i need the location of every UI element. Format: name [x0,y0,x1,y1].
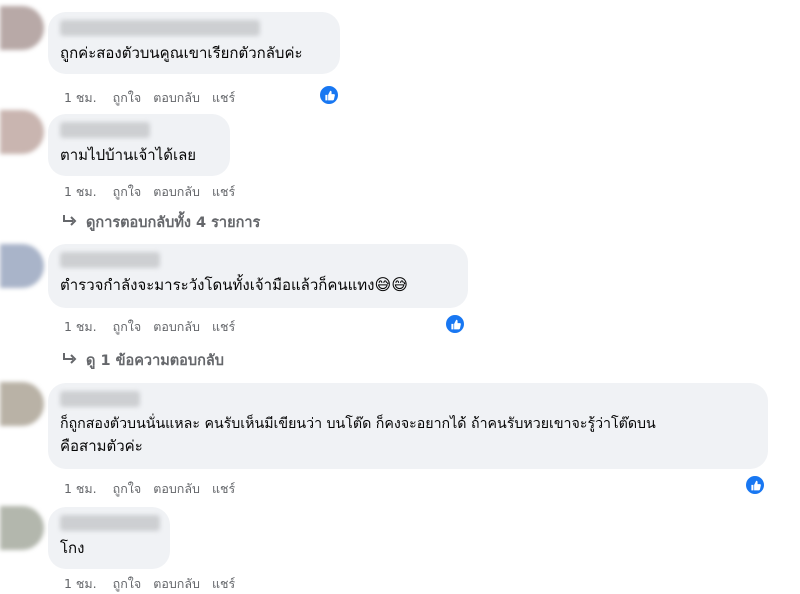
grin-sweat-emoji: 😅😅 [374,275,408,294]
like-link[interactable]: ถูกใจ [113,182,142,202]
comment-actions: 1 ชม. ถูกใจ ตอบกลับ แชร์ [64,574,235,594]
avatar[interactable] [0,506,44,550]
view-replies-link[interactable]: ดู 1 ข้อความตอบกลับ [62,349,224,372]
comment-actions: 1 ชม. ถูกใจ ตอบกลับ แชร์ [64,479,235,499]
reply-link[interactable]: ตอบกลับ [153,182,200,202]
thumbs-up-icon[interactable] [744,474,766,496]
view-replies-text: ดูการตอบกลับทั้ง 4 รายการ [86,215,261,231]
reply-link[interactable]: ตอบกลับ [153,574,200,594]
commenter-name-redacted[interactable] [60,391,140,407]
comment-bubble: ตามไปบ้านเจ้าได้เลย [48,114,230,176]
like-link[interactable]: ถูกใจ [113,88,142,108]
reply-link[interactable]: ตอบกลับ [153,479,200,499]
comment-time[interactable]: 1 ชม. [64,88,97,108]
thumbs-up-icon[interactable] [318,84,340,106]
comment-time[interactable]: 1 ชม. [64,479,97,499]
comment-bubble: โกง [48,507,170,569]
reply-link[interactable]: ตอบกลับ [153,88,200,108]
comment-bubble: ถูกค่ะสองตัวบนคูณเขาเรียกตัวกลับค่ะ [48,12,340,74]
reply-arrow-icon [62,352,78,370]
share-link[interactable]: แชร์ [212,88,235,108]
share-link[interactable]: แชร์ [212,574,235,594]
comment-text: โกง [60,539,85,557]
comment-actions: 1 ชม. ถูกใจ ตอบกลับ แชร์ [64,88,235,108]
avatar[interactable] [0,244,44,288]
view-replies-text: ดู 1 ข้อความตอบกลับ [86,353,224,369]
reply-link[interactable]: ตอบกลับ [153,317,200,337]
thumbs-up-icon[interactable] [444,313,466,335]
commenter-name-redacted[interactable] [60,515,160,531]
comment-text: ตามไปบ้านเจ้าได้เลย [60,146,197,164]
commenter-name-redacted[interactable] [60,122,150,138]
comment-time[interactable]: 1 ชม. [64,317,97,337]
comment-bubble: ก็ถูกสองตัวบนนั่นแหละ คนรับเห็นมีเขียนว่… [48,383,768,469]
comment-text: ถูกค่ะสองตัวบนคูณเขาเรียกตัวกลับค่ะ [60,44,303,62]
comment-bubble: ตำรวจกำลังจะมาระวังโดนทั้งเจ้ามือแล้วก็ค… [48,244,468,308]
like-link[interactable]: ถูกใจ [113,479,142,499]
comment-text-line-1: ก็ถูกสองตัวบนนั่นแหละ คนรับเห็นมีเขียนว่… [60,416,656,432]
commenter-name-redacted[interactable] [60,252,160,268]
comment-text: ตำรวจกำลังจะมาระวังโดนทั้งเจ้ามือแล้วก็ค… [60,275,408,294]
view-replies-link[interactable]: ดูการตอบกลับทั้ง 4 รายการ [62,211,260,234]
commenter-name-redacted[interactable] [60,20,260,36]
share-link[interactable]: แชร์ [212,182,235,202]
avatar[interactable] [0,6,44,50]
comment-actions: 1 ชม. ถูกใจ ตอบกลับ แชร์ [64,317,235,337]
avatar[interactable] [0,110,44,154]
share-link[interactable]: แชร์ [212,479,235,499]
avatar[interactable] [0,382,44,426]
comment-actions: 1 ชม. ถูกใจ ตอบกลับ แชร์ [64,182,235,202]
comment-text-line-2: คือสามตัวค่ะ [60,437,143,455]
reply-arrow-icon [62,214,78,232]
like-link[interactable]: ถูกใจ [113,317,142,337]
share-link[interactable]: แชร์ [212,317,235,337]
like-link[interactable]: ถูกใจ [113,574,142,594]
comment-time[interactable]: 1 ชม. [64,182,97,202]
comment-time[interactable]: 1 ชม. [64,574,97,594]
